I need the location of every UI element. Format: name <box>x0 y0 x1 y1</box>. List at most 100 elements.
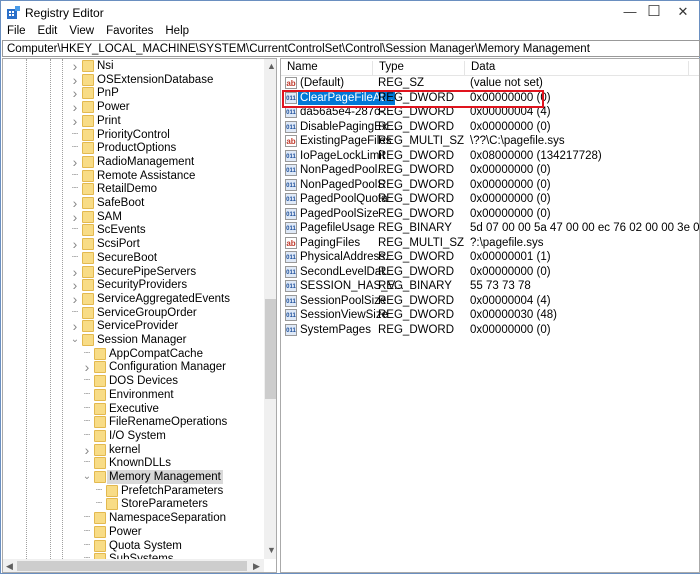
chevron-right-icon[interactable]: › <box>70 155 80 169</box>
menu-file[interactable]: File <box>1 25 32 41</box>
tree-item[interactable]: ┈ Environment <box>3 388 264 402</box>
value-row[interactable]: 011 NonPagedPool... REG_DWORD 0x00000000 (0… <box>281 163 699 177</box>
tree-item[interactable]: ┈ ServiceGroupOrder <box>3 306 264 320</box>
tree-item[interactable]: › kernel <box>3 443 264 457</box>
value-row[interactable]: 011 DisablePagingEx... REG_DWORD 0x00000000… <box>281 120 699 134</box>
value-row[interactable]: 011 SecondLevelDat... REG_DWORD 0x00000000 … <box>281 265 699 279</box>
value-row[interactable]: 011 SystemPages REG_DWORD 0x00000000 (0) <box>281 323 699 337</box>
tree-item[interactable]: ┈ RetailDemo <box>3 182 264 196</box>
tree-item[interactable]: › PnP <box>3 86 264 100</box>
value-row[interactable]: 011 SessionPoolSize REG_DWORD 0x00000004 (4… <box>281 294 699 308</box>
tree-item[interactable]: › Configuration Manager <box>3 360 264 374</box>
tree-item[interactable]: ┈ Power <box>3 525 264 539</box>
column-data[interactable]: Data <box>465 61 689 76</box>
chevron-right-icon[interactable]: › <box>70 114 80 128</box>
chevron-down-icon[interactable]: ⌄ <box>82 470 92 484</box>
chevron-right-icon[interactable]: › <box>70 210 80 224</box>
chevron-right-icon[interactable]: › <box>70 237 80 251</box>
tree-item-label: Configuration Manager <box>109 361 226 374</box>
tree-item[interactable]: › SAM <box>3 210 264 224</box>
value-row[interactable]: 011 NonPagedPoolS REG_DWORD 0x00000000 (0) <box>281 178 699 192</box>
tree-item[interactable]: › ServiceProvider <box>3 319 264 333</box>
chevron-right-icon[interactable]: › <box>82 360 92 374</box>
tree-item[interactable]: ┈ I/O System <box>3 429 264 443</box>
close-button[interactable]: ✕ <box>668 3 698 21</box>
tree-item[interactable]: › SafeBoot <box>3 196 264 210</box>
scroll-right-icon[interactable]: ▶ <box>253 561 260 572</box>
value-data: 0x00000001 (1) <box>470 251 551 263</box>
chevron-right-icon[interactable]: › <box>70 100 80 114</box>
tree-item[interactable]: › Print <box>3 114 264 128</box>
tree-item[interactable]: › RadioManagement <box>3 155 264 169</box>
value-name: IoPageLockLimit <box>300 149 386 162</box>
chevron-down-icon[interactable]: ⌄ <box>70 333 80 347</box>
value-row[interactable]: 011 PagedPoolQuota REG_DWORD 0x00000000 (0) <box>281 192 699 206</box>
chevron-right-icon[interactable]: › <box>70 319 80 333</box>
value-row[interactable]: 011 SessionViewSize REG_DWORD 0x00000030 (4… <box>281 308 699 322</box>
value-row[interactable]: 011 PagedPoolSize REG_DWORD 0x00000000 (0) <box>281 207 699 221</box>
column-type[interactable]: Type <box>373 61 465 76</box>
horizontal-scroll-thumb[interactable] <box>17 561 247 571</box>
tree-item[interactable]: › OSExtensionDatabase <box>3 73 264 87</box>
tree-item[interactable]: ┈ FileRenameOperations <box>3 415 264 429</box>
value-row[interactable]: 011 PhysicalAddress... REG_DWORD 0x00000001… <box>281 250 699 264</box>
menu-view[interactable]: View <box>63 25 100 41</box>
chevron-right-icon[interactable]: › <box>70 292 80 306</box>
scroll-down-icon[interactable]: ▼ <box>267 545 276 555</box>
tree-item-label: StoreParameters <box>121 498 208 511</box>
value-row[interactable]: 011 IoPageLockLimit REG_DWORD 0x08000000 (1… <box>281 149 699 163</box>
tree-item[interactable]: ┈ KnownDLLs <box>3 456 264 470</box>
menu-help[interactable]: Help <box>159 25 195 41</box>
tree-item[interactable]: › Nsi <box>3 59 264 73</box>
value-row[interactable]: 011 PagefileUsage REG_BINARY 5d 07 00 00 5a… <box>281 221 699 235</box>
address-bar[interactable]: Computer\HKEY_LOCAL_MACHINE\SYSTEM\Curre… <box>2 40 700 57</box>
value-row[interactable]: ab ExistingPageFiles REG_MULTI_SZ \??\C:\pa… <box>281 134 699 148</box>
column-name[interactable]: Name <box>281 61 373 76</box>
tree-item[interactable]: ⌄ Session Manager <box>3 333 264 347</box>
value-row[interactable]: ab (Default) REG_SZ (value not set) <box>281 76 699 90</box>
tree-item[interactable]: ┈ DOS Devices <box>3 374 264 388</box>
tree-item[interactable]: ┈ Quota System <box>3 539 264 553</box>
binary-value-icon: 011 <box>285 120 297 133</box>
scroll-left-icon[interactable]: ◀ <box>6 561 13 572</box>
maximize-button[interactable]: ☐ <box>639 3 669 21</box>
tree-item[interactable]: ┈ ProductOptions <box>3 141 264 155</box>
chevron-right-icon[interactable]: › <box>70 196 80 210</box>
tree-item[interactable]: › ScsiPort <box>3 237 264 251</box>
tree-item[interactable]: ┈ SecureBoot <box>3 251 264 265</box>
value-row[interactable]: ab PagingFiles REG_MULTI_SZ ?:\pagefile.sys <box>281 236 699 250</box>
tree-item[interactable]: › SecurePipeServers <box>3 265 264 279</box>
tree-item[interactable]: ┈ AppCompatCache <box>3 347 264 361</box>
tree-item[interactable]: ┈ SubSystems <box>3 552 264 559</box>
tree-item-label: SAM <box>97 210 122 223</box>
tree-item[interactable]: ⌄ Memory Management <box>3 470 264 484</box>
chevron-right-icon[interactable]: › <box>82 443 92 457</box>
folder-icon <box>82 210 94 223</box>
tree-item[interactable]: ┈ PrefetchParameters <box>3 484 264 498</box>
tree-vertical-scrollbar[interactable]: ▲ ▼ <box>264 59 276 559</box>
scroll-up-icon[interactable]: ▲ <box>267 61 276 71</box>
chevron-right-icon[interactable]: › <box>70 59 80 73</box>
folder-icon <box>94 361 106 374</box>
value-row[interactable]: 011 SESSION_HAS_V... REG_BINARY 55 73 73 78 <box>281 279 699 293</box>
vertical-scroll-thumb[interactable] <box>265 299 276 399</box>
tree-horizontal-scrollbar[interactable]: ◀ ▶ <box>3 559 264 572</box>
tree-item-label: Power <box>109 525 142 538</box>
folder-icon <box>94 539 106 552</box>
menu-edit[interactable]: Edit <box>32 25 64 41</box>
tree-item[interactable]: › SecurityProviders <box>3 278 264 292</box>
tree-item[interactable]: ┈ Executive <box>3 402 264 416</box>
value-name: NonPagedPool... <box>300 164 387 176</box>
tree-connector-icon: ┈ <box>83 429 91 441</box>
tree-item-label: SubSystems <box>107 552 176 559</box>
tree-item[interactable]: ┈ StoreParameters <box>3 497 264 511</box>
folder-icon <box>82 224 94 237</box>
tree-item[interactable]: ┈ NamespaceSeparation <box>3 511 264 525</box>
tree-item[interactable]: ┈ ScEvents <box>3 223 264 237</box>
menu-favorites[interactable]: Favorites <box>100 25 159 41</box>
tree-item[interactable]: › Power <box>3 100 264 114</box>
tree-item[interactable]: › ServiceAggregatedEvents <box>3 292 264 306</box>
tree-item[interactable]: ┈ Remote Assistance <box>3 169 264 183</box>
tree-item[interactable]: ┈ PriorityControl <box>3 128 264 142</box>
window-title: Registry Editor <box>25 6 104 20</box>
